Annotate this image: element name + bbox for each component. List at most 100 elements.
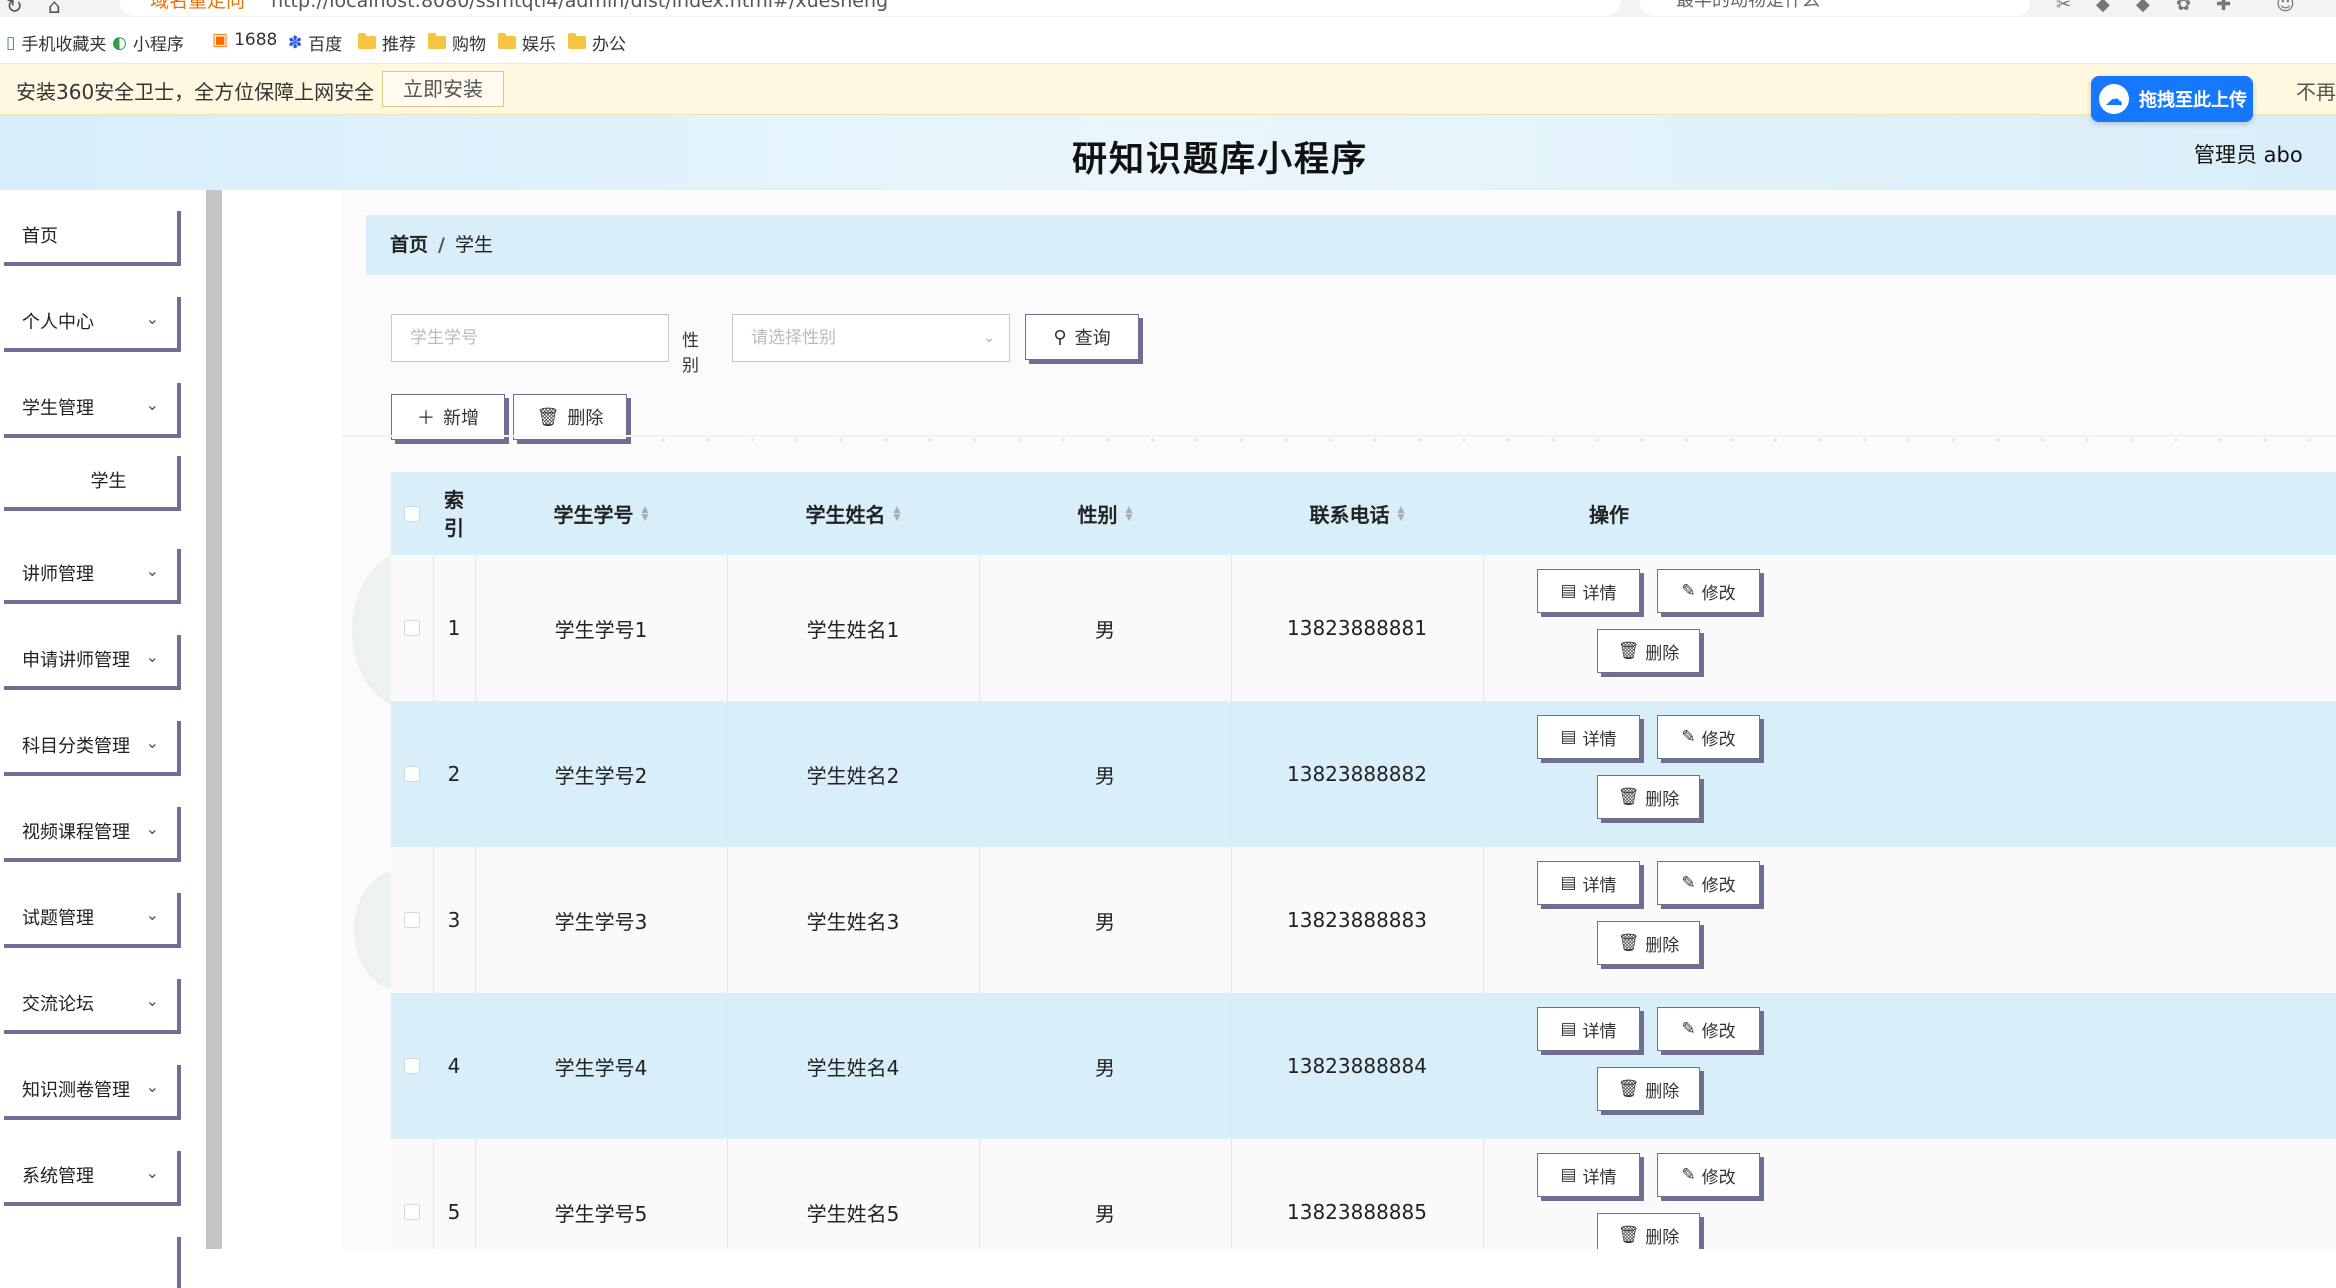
- sidebar-item-quiz-mgmt[interactable]: 知识测卷管理 ⌄: [0, 1061, 177, 1116]
- delete-button[interactable]: 🗑 删除: [1597, 775, 1700, 819]
- gender-select[interactable]: 请选择性别 ⌄: [732, 314, 1010, 362]
- gender-cell: 男: [1095, 763, 1115, 788]
- delete-button[interactable]: 🗑 删除: [1597, 629, 1700, 673]
- admin-name: 管理员 abo: [2194, 143, 2303, 167]
- detail-button[interactable]: ▤ 详情: [1537, 1153, 1640, 1197]
- sort-icon[interactable]: ▲ ▼: [1126, 505, 1133, 522]
- col-phone[interactable]: 联系电话 ▲ ▼: [1231, 472, 1483, 555]
- row-checkbox[interactable]: [404, 766, 420, 782]
- chevron-down-icon: ⌄: [145, 991, 159, 1010]
- index-cell: 5: [447, 1200, 461, 1224]
- delete-button[interactable]: 🗑 删除: [1597, 921, 1700, 965]
- row-select-cell: [391, 555, 433, 701]
- sidebar-item-system-mgmt[interactable]: 系统管理 ⌄: [0, 1147, 177, 1202]
- sidebar-subitem-student[interactable]: 学生: [0, 452, 177, 507]
- row-checkbox[interactable]: [404, 1204, 420, 1220]
- bookmark-folder-office[interactable]: 办公: [568, 30, 626, 55]
- cell-divider: [1483, 701, 1484, 847]
- bookmarks-bar: ▯ 手机收藏夹 ◐ 小程序 ▣ 1688 ✽ 百度 推荐 购物 娱乐 办公: [0, 17, 2336, 64]
- gender-cell: 男: [1095, 617, 1115, 642]
- student-no-input[interactable]: 学生学号: [391, 314, 669, 362]
- folder-icon: [568, 33, 586, 49]
- sidebar-item-personal-center[interactable]: 个人中心 ⌄: [0, 293, 177, 348]
- sidebar-scrollbar[interactable]: [206, 190, 222, 1249]
- edit-button[interactable]: ✎ 修改: [1657, 861, 1760, 905]
- edit-button[interactable]: ✎ 修改: [1657, 715, 1760, 759]
- select-all-checkbox[interactable]: [404, 505, 420, 522]
- sidebar-item-question-mgmt[interactable]: 试题管理 ⌄: [0, 889, 177, 944]
- infobar-dismiss[interactable]: 不再: [2296, 76, 2336, 105]
- extension-icon[interactable]: ◆: [2096, 0, 2110, 15]
- puzzle-icon[interactable]: ✚: [2216, 0, 2231, 15]
- document-icon: ▤: [1560, 1165, 1577, 1185]
- col-student-name[interactable]: 学生姓名 ▲ ▼: [727, 472, 979, 555]
- delete-button[interactable]: 🗑 删除: [1597, 1213, 1700, 1249]
- table-row: 1 学生学号1 学生姓名1 男 13823888881 ▤ 详情 ✎ 修改 🗑 删除: [391, 555, 2336, 701]
- sidebar-item-lecturer-application[interactable]: 申请讲师管理 ⌄: [0, 631, 177, 686]
- edit-button[interactable]: ✎ 修改: [1657, 1153, 1760, 1197]
- home-icon[interactable]: ⌂: [48, 0, 61, 17]
- breadcrumb-separator: /: [438, 234, 445, 256]
- detail-button[interactable]: ▤ 详情: [1537, 861, 1640, 905]
- chevron-down-icon: ⌄: [145, 647, 159, 666]
- install-button[interactable]: 立即安装: [382, 71, 504, 107]
- browser-search-box[interactable]: 最半的动物是什么: [1640, 0, 2030, 16]
- bookmark-baidu[interactable]: ✽ 百度: [288, 30, 342, 56]
- batch-delete-button[interactable]: 🗑 删除: [513, 394, 627, 440]
- dotted-decoration: ••••••••••••••••••••••••••••••••••••••••…: [660, 434, 2336, 447]
- row-checkbox[interactable]: [404, 620, 420, 636]
- bookmark-folder-recommend[interactable]: 推荐: [358, 30, 416, 55]
- sidebar-item-video-course[interactable]: 视频课程管理 ⌄: [0, 803, 177, 858]
- add-button[interactable]: ＋新增: [391, 394, 505, 440]
- extension-icon[interactable]: ✿: [2176, 0, 2191, 15]
- sort-icon[interactable]: ▲ ▼: [642, 505, 649, 522]
- bookmark-folder-shopping[interactable]: 购物: [428, 30, 486, 55]
- detail-button[interactable]: ▤ 详情: [1537, 1007, 1640, 1051]
- chevron-down-icon: ⌄: [983, 330, 995, 346]
- trash-icon: 🗑: [1617, 1225, 1640, 1245]
- phone-cell: 13823888885: [1287, 1200, 1427, 1224]
- sort-icon[interactable]: ▲ ▼: [1398, 505, 1405, 522]
- row-checkbox[interactable]: [404, 1058, 420, 1074]
- detail-button[interactable]: ▤ 详情: [1537, 569, 1640, 613]
- chevron-down-icon: ⌄: [145, 905, 159, 924]
- account-icon[interactable]: ☺: [2276, 0, 2295, 15]
- delete-button[interactable]: 🗑 删除: [1597, 1067, 1700, 1111]
- sidebar-item-home[interactable]: 首页: [0, 207, 177, 262]
- query-button[interactable]: ⚲ 查询: [1025, 314, 1139, 360]
- sidebar-item-forum[interactable]: 交流论坛 ⌄: [0, 975, 177, 1030]
- bookmark-mobile[interactable]: ▯ 手机收藏夹: [6, 30, 106, 56]
- reload-icon[interactable]: ↻: [6, 0, 23, 17]
- address-bar[interactable]: 域名重定向 http://localhost:8080/ssmtqtl4/adm…: [120, 0, 1620, 16]
- sidebar-item-lecturer-mgmt[interactable]: 讲师管理 ⌄: [0, 545, 177, 600]
- folder-icon: [358, 33, 376, 49]
- edit-button[interactable]: ✎ 修改: [1657, 1007, 1760, 1051]
- detail-button[interactable]: ▤ 详情: [1537, 715, 1640, 759]
- trash-icon: 🗑: [1617, 933, 1640, 953]
- col-student-no[interactable]: 学生学号 ▲ ▼: [475, 472, 727, 555]
- chevron-down-icon: ⌄: [145, 1077, 159, 1096]
- extension-icon[interactable]: ◆: [2136, 0, 2150, 15]
- col-actions: 操作: [1589, 503, 1629, 527]
- sidebar-item-subject-category[interactable]: 科目分类管理 ⌄: [0, 717, 177, 772]
- bookmark-folder-entertainment[interactable]: 娱乐: [498, 30, 556, 55]
- sidebar-item-more[interactable]: [0, 1233, 177, 1288]
- edit-button[interactable]: ✎ 修改: [1657, 569, 1760, 613]
- bookmark-1688[interactable]: ▣ 1688: [212, 30, 277, 50]
- gender-cell: 男: [1095, 909, 1115, 934]
- breadcrumb-home[interactable]: 首页: [390, 234, 428, 256]
- student-no-cell: 学生学号4: [554, 1055, 648, 1080]
- scissors-icon[interactable]: ✂: [2056, 0, 2071, 15]
- phone-icon: ▯: [6, 32, 16, 53]
- select-all-cell: [391, 472, 433, 555]
- row-checkbox[interactable]: [404, 912, 420, 928]
- cell-divider: [1483, 993, 1484, 1139]
- col-gender[interactable]: 性别 ▲ ▼: [979, 472, 1231, 555]
- browser-toolbar: ↻ ⌂ 域名重定向 http://localhost:8080/ssmtqtl4…: [0, 0, 2336, 17]
- sort-icon[interactable]: ▲ ▼: [894, 505, 901, 522]
- bookmark-miniprogram[interactable]: ◐ 小程序: [112, 30, 184, 56]
- row-select-cell: [391, 993, 433, 1139]
- cloud-upload-icon: ☁: [2099, 84, 2129, 114]
- sidebar-item-student-mgmt[interactable]: 学生管理 ⌄: [0, 379, 177, 434]
- drag-upload-widget[interactable]: ☁ 拖拽至此上传: [2091, 76, 2253, 122]
